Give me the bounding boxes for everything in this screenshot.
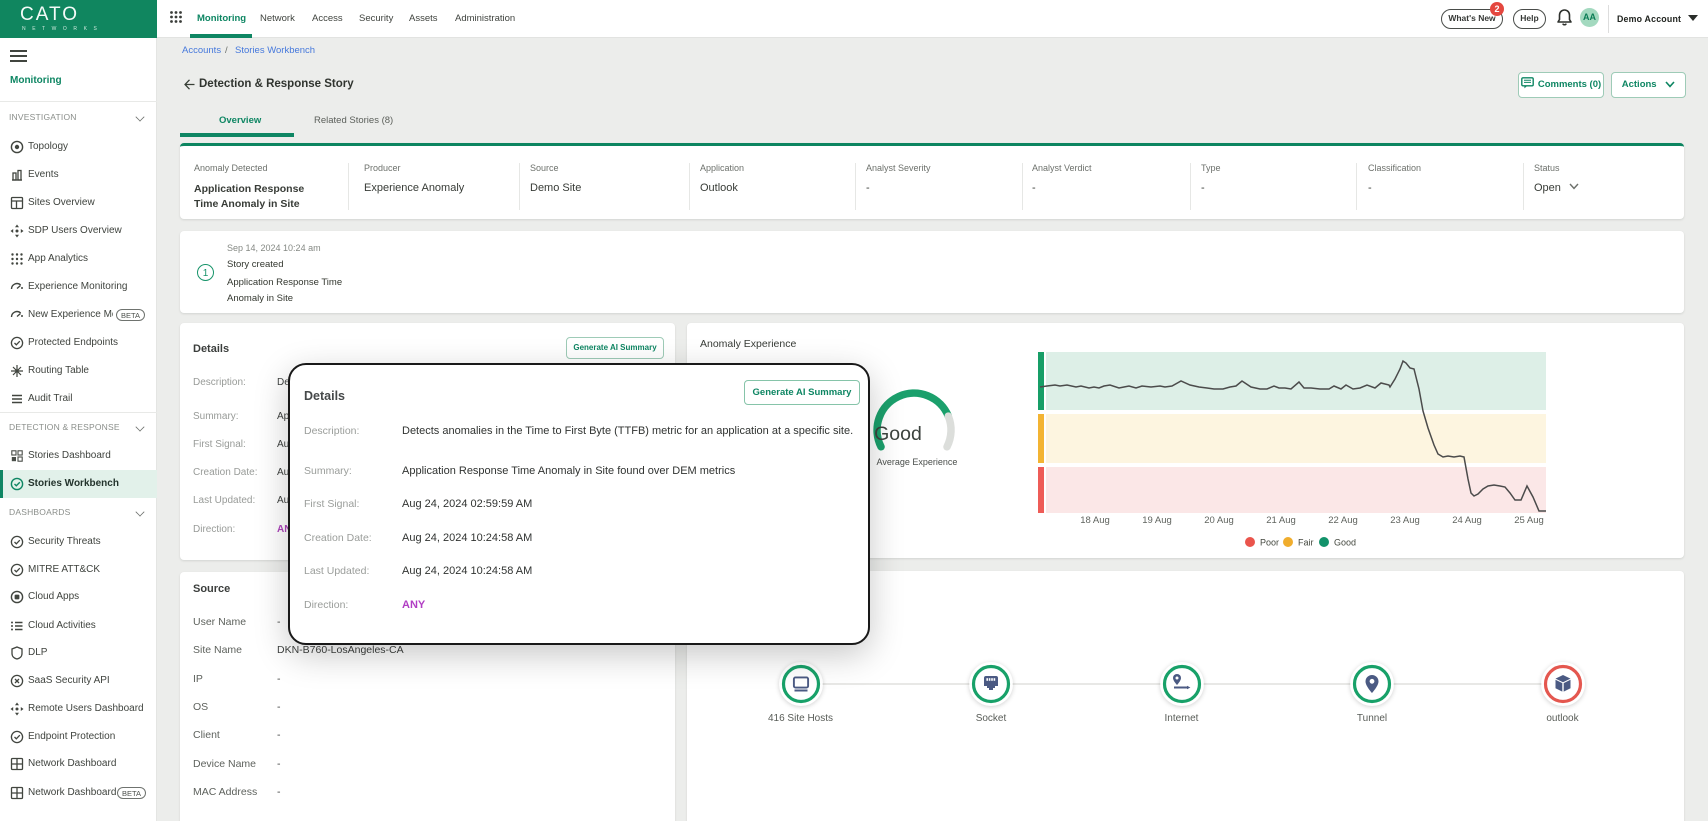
- svg-text:22 Aug: 22 Aug: [1328, 515, 1358, 526]
- svg-text:23 Aug: 23 Aug: [1390, 515, 1420, 526]
- svg-text:21 Aug: 21 Aug: [1266, 515, 1296, 526]
- svg-text:19 Aug: 19 Aug: [1142, 515, 1172, 526]
- svg-text:24 Aug: 24 Aug: [1452, 515, 1482, 526]
- svg-text:18 Aug: 18 Aug: [1080, 515, 1110, 526]
- svg-text:Poor: Poor: [1260, 538, 1279, 548]
- svg-text:20 Aug: 20 Aug: [1204, 515, 1234, 526]
- svg-text:25 Aug: 25 Aug: [1514, 515, 1544, 526]
- svg-text:Good: Good: [1334, 538, 1356, 548]
- svg-text:Fair: Fair: [1298, 538, 1314, 548]
